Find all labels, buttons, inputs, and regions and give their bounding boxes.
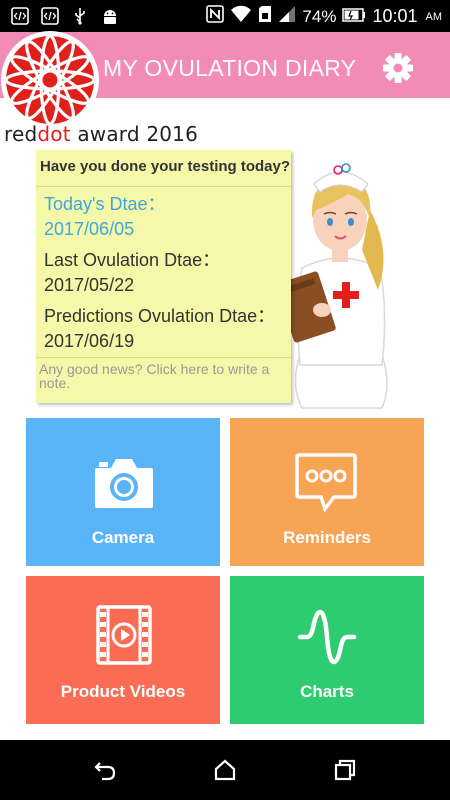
wifi-icon [230, 5, 252, 28]
award-red-word: red [4, 122, 38, 146]
android-icon [100, 6, 120, 26]
today-date-value: 2017/06/05 [44, 219, 135, 239]
note-divider [36, 357, 291, 358]
wave-icon [297, 609, 357, 665]
award-dot-word: dot [37, 122, 71, 146]
charts-tile[interactable]: Charts [230, 576, 424, 724]
prediction-block: Predictions Ovulation Dtae： 2017/06/19 [44, 304, 275, 354]
nav-bar [0, 740, 450, 800]
reminders-tile-label: Reminders [283, 528, 371, 547]
prediction-label: Predictions Ovulation Dtae： [44, 306, 276, 326]
clock-ampm: AM [425, 10, 443, 23]
nfc-icon [206, 5, 225, 28]
product-videos-tile[interactable]: Product Videos [26, 576, 220, 724]
usb-icon [70, 6, 90, 26]
write-note-link[interactable]: Any good news? Click here to write a not… [39, 362, 289, 390]
status-bar: 74% 10:01 AM [0, 0, 450, 32]
reddot-logo-icon [0, 30, 100, 130]
sd-card-icon [258, 5, 272, 28]
testing-note-card[interactable]: Have you done your testing today? Today'… [36, 150, 291, 403]
camera-icon [95, 459, 153, 508]
film-play-icon [96, 605, 152, 665]
last-ovulation-block: Last Ovulation Dtae： 2017/05/22 [44, 248, 220, 298]
camera-tile-label: Camera [91, 528, 155, 547]
recents-icon[interactable] [333, 758, 357, 782]
back-icon[interactable] [93, 758, 117, 782]
camera-tile[interactable]: Camera [26, 418, 220, 566]
battery-icon [342, 7, 366, 27]
last-ovulation-label: Last Ovulation Dtae： [44, 250, 221, 270]
code-icon [40, 6, 60, 26]
today-date-label: Today's Dtae： [44, 194, 166, 214]
note-divider [36, 186, 291, 187]
award-rest: award 2016 [70, 122, 199, 146]
last-ovulation-value: 2017/05/22 [44, 275, 135, 295]
charts-tile-label: Charts [300, 682, 354, 701]
signal-icon [278, 5, 296, 28]
home-icon[interactable] [213, 758, 237, 782]
chat-bubble-icon [295, 453, 357, 513]
gear-icon[interactable] [380, 50, 416, 86]
code-icon [10, 6, 30, 26]
prediction-value: 2017/06/19 [44, 331, 135, 351]
today-date-block: Today's Dtae： 2017/06/05 [44, 192, 166, 242]
testing-question: Have you done your testing today? [40, 158, 291, 175]
product-videos-tile-label: Product Videos [60, 682, 186, 701]
award-label: reddot award 2016 [4, 122, 198, 146]
clock-time: 10:01 [372, 6, 418, 26]
reminders-tile[interactable]: Reminders [230, 418, 424, 566]
app-title: MY OVULATION DIARY [103, 55, 357, 81]
battery-percent: 74% [302, 6, 337, 26]
